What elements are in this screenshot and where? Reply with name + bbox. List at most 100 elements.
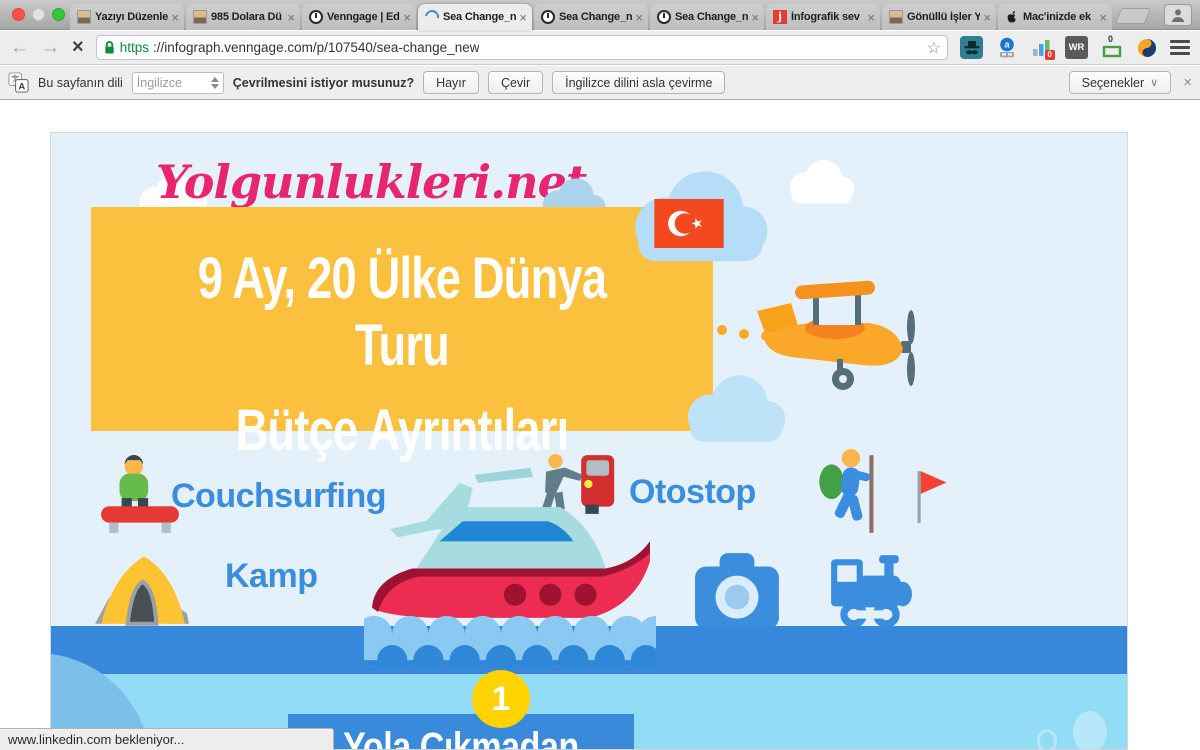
kamp-label: Kamp <box>225 557 317 596</box>
turkish-flag-icon <box>654 199 724 248</box>
browser-toolbar: ← → × https ://infograph.venngage.com/p/1… <box>0 31 1200 65</box>
tab-title: Gönüllü İşler Y <box>907 11 980 23</box>
close-icon[interactable]: × <box>983 11 991 24</box>
translate-button[interactable]: Çevir <box>488 71 543 94</box>
browser-menu-button[interactable] <box>1170 40 1190 55</box>
camera-icon <box>693 551 781 631</box>
tent-icon <box>93 547 191 629</box>
spy-extension-icon[interactable] <box>960 36 983 59</box>
infographic-card: Yolgunlukleri.net 9 Ay, 20 Ülke Dünya Tu… <box>50 132 1128 750</box>
tab-title: Sea Change_n <box>559 11 632 23</box>
couchsurfing-label: Couchsurfing <box>171 477 386 516</box>
tab-venngage[interactable]: Venngage | Ed × <box>302 4 416 30</box>
fullscreen-window-button[interactable] <box>52 8 65 21</box>
traffic-rank-extension-icon[interactable]: 0 <box>1030 36 1053 59</box>
minimize-window-button[interactable] <box>32 8 45 21</box>
close-icon[interactable]: × <box>1099 11 1107 24</box>
secure-lock-icon <box>103 40 116 55</box>
close-icon[interactable]: × <box>171 11 179 24</box>
status-bar: www.linkedin.com bekleniyor... <box>0 728 334 750</box>
svg-text:a: a <box>1004 39 1010 50</box>
couchsurfing-icon <box>99 453 181 537</box>
window-resizer-extension-icon[interactable]: 0 <box>1100 36 1123 59</box>
photo-favicon <box>889 10 903 24</box>
profile-button[interactable] <box>1164 4 1192 26</box>
photo-favicon <box>193 10 207 24</box>
whatruns-extension-icon[interactable]: WR <box>1065 36 1088 59</box>
apple-logo-favicon <box>1005 10 1019 24</box>
loading-spinner-favicon <box>422 7 441 26</box>
browser-tab-bar: Yazıyı Düzenle × 985 Dolara Dü × Venngag… <box>0 0 1200 30</box>
journo-favicon: j <box>773 10 787 24</box>
svg-text:A: A <box>18 81 25 92</box>
tab-985-dolara[interactable]: 985 Dolara Dü × <box>186 4 300 30</box>
tab-title: Mac'inizde ek <box>1023 11 1096 23</box>
cloud-icon <box>679 373 791 445</box>
window-controls <box>12 8 65 21</box>
tab-title: Venngage | Ed <box>327 11 400 23</box>
tab-sea-change-2[interactable]: Sea Change_n × <box>534 4 648 30</box>
person-icon <box>1169 8 1187 22</box>
tab-title: İnfografik sev <box>791 11 864 23</box>
close-icon[interactable]: × <box>287 11 295 24</box>
trail-dot <box>739 329 749 339</box>
rank-badge: 0 <box>1045 50 1055 60</box>
tab-title: Yazıyı Düzenle <box>95 11 168 23</box>
options-button[interactable]: Seçenekler ∨ <box>1069 71 1172 94</box>
bubble-decoration <box>1073 711 1107 750</box>
whatruns-label: WR <box>1069 42 1085 53</box>
tab-strip: Yazıyı Düzenle × 985 Dolara Dü × Venngag… <box>70 4 1114 30</box>
select-stepper-icon <box>211 77 219 89</box>
close-window-button[interactable] <box>12 8 25 21</box>
close-icon[interactable]: × <box>403 11 411 24</box>
back-button[interactable]: ← <box>10 38 29 57</box>
close-icon[interactable]: × <box>867 11 875 24</box>
language-value: İngilizce <box>137 76 182 90</box>
chevron-down-icon: ∨ <box>1150 76 1158 89</box>
vpn-swirl-extension-icon[interactable] <box>1135 36 1158 59</box>
url-scheme: https <box>120 40 149 55</box>
venngage-clock-favicon <box>657 10 671 24</box>
tab-sea-change-3[interactable]: Sea Change_n × <box>650 4 764 30</box>
bubble-ring-decoration <box>1037 729 1057 750</box>
infographic-title-line1: 9 Ay, 20 Ülke Dünya Turu <box>159 245 644 379</box>
status-text: www.linkedin.com bekleniyor... <box>8 732 184 747</box>
venngage-clock-favicon <box>541 10 555 24</box>
infobar-close-icon[interactable]: × <box>1183 74 1192 91</box>
no-button[interactable]: Hayır <box>423 71 479 94</box>
close-icon[interactable]: × <box>751 11 759 24</box>
forward-button[interactable]: → <box>41 38 60 57</box>
cloud-icon <box>784 157 858 207</box>
translate-infobar: A Bu sayfanın dili İngilizce Çevrilmesin… <box>0 66 1200 100</box>
section-title: Yola Çıkmadan <box>314 725 608 750</box>
page-language-label: Bu sayfanın dili <box>38 76 123 90</box>
address-bar[interactable]: https ://infograph.venngage.com/p/107540/… <box>96 35 948 60</box>
never-translate-button[interactable]: İngilizce dilini asla çevirme <box>552 71 725 94</box>
translate-icon: A <box>8 72 29 93</box>
tab-macinizde[interactable]: Mac'inizde ek × <box>998 4 1112 30</box>
venngage-clock-favicon <box>309 10 323 24</box>
train-icon <box>827 553 913 631</box>
photo-favicon <box>77 10 91 24</box>
close-icon[interactable]: × <box>519 11 527 24</box>
url-text: ://infograph.venngage.com/p/107540/sea-c… <box>153 40 480 55</box>
hiker-icon <box>816 447 888 539</box>
trail-dot <box>717 325 727 335</box>
tab-sea-change-active[interactable]: Sea Change_n × <box>418 4 532 30</box>
tab-title: 985 Dolara Dü <box>211 11 284 23</box>
section-header: Yola Çıkmadan <box>288 714 634 750</box>
tab-infografik[interactable]: j İnfografik sev × <box>766 4 880 30</box>
step-number-badge: 1 <box>472 670 530 728</box>
title-banner: 9 Ay, 20 Ülke Dünya Turu Bütçe Ayrıntıla… <box>91 207 713 431</box>
tab-gonullu-isler[interactable]: Gönüllü İşler Y × <box>882 4 996 30</box>
tab-yaziyi-duzenle[interactable]: Yazıyı Düzenle × <box>70 4 184 30</box>
close-icon[interactable]: × <box>635 11 643 24</box>
language-select[interactable]: İngilizce <box>132 72 224 94</box>
page-content: Yolgunlukleri.net 9 Ay, 20 Ülke Dünya Tu… <box>0 100 1200 750</box>
translate-question: Çevrilmesini istiyor musunuz? <box>233 76 414 90</box>
bookmark-star-icon[interactable]: ☆ <box>927 38 941 58</box>
new-tab-button[interactable] <box>1115 8 1151 24</box>
tab-title: Sea Change_n <box>675 11 748 23</box>
stop-loading-button[interactable]: × <box>72 38 84 57</box>
translator-extension-icon[interactable]: a <box>995 36 1018 59</box>
